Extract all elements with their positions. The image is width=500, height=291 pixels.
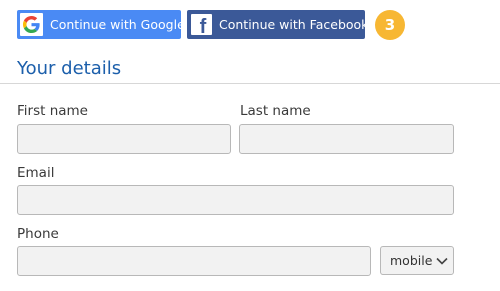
phone-label: Phone	[17, 226, 59, 242]
phone-type-select[interactable]: mobile	[380, 246, 454, 275]
social-login-row: Continue with Google f Continue with Fac…	[17, 9, 405, 40]
last-name-label: Last name	[240, 103, 311, 119]
google-button-label: Continue with Google	[50, 17, 185, 32]
section-title: Your details	[17, 58, 122, 79]
continue-with-google-button[interactable]: Continue with Google	[17, 10, 185, 39]
continue-with-facebook-button[interactable]: f Continue with Facebook	[187, 10, 369, 39]
google-icon	[20, 13, 43, 36]
step-number-badge: 3	[375, 9, 405, 40]
phone-input[interactable]	[17, 246, 371, 276]
facebook-icon: f	[191, 14, 212, 37]
chevron-down-icon	[436, 257, 448, 265]
email-input[interactable]	[17, 185, 454, 215]
facebook-button-label: Continue with Facebook	[219, 17, 369, 32]
first-name-input[interactable]	[17, 124, 231, 154]
first-name-label: First name	[17, 103, 88, 119]
phone-type-selected-value: mobile	[390, 253, 433, 268]
email-label: Email	[17, 165, 55, 181]
section-divider	[0, 83, 500, 84]
last-name-input[interactable]	[239, 124, 454, 154]
